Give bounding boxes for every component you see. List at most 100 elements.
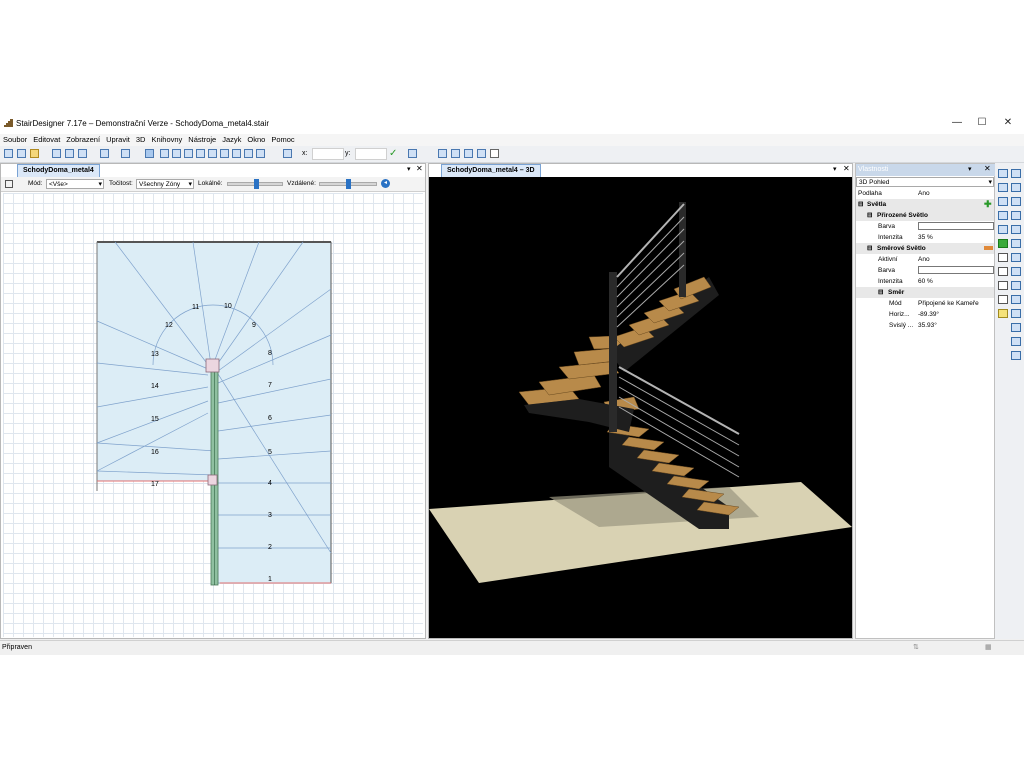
save-icon[interactable]	[52, 149, 61, 158]
properties-close-icon[interactable]: ✕	[984, 164, 991, 173]
tab-3d-view[interactable]: SchodyDoma_metal4 – 3D	[441, 164, 541, 177]
floor-icon[interactable]	[998, 239, 1008, 248]
web-icon[interactable]	[17, 149, 26, 158]
view-cube-icon[interactable]	[1011, 169, 1021, 178]
panel-close-icon[interactable]: ✕	[416, 164, 423, 173]
x-coord-input[interactable]	[312, 148, 344, 160]
menu-jazyk[interactable]: Jazyk	[219, 134, 244, 146]
stair-spiral-icon[interactable]	[196, 149, 205, 158]
stair-u-icon[interactable]	[184, 149, 193, 158]
snap-icon[interactable]	[283, 149, 292, 158]
zoom-in-icon[interactable]	[438, 149, 447, 158]
prop-section-smer[interactable]: ⊟ Směr	[856, 287, 994, 298]
stair-straight-icon[interactable]	[160, 149, 169, 158]
view-cube-icon[interactable]	[1011, 197, 1021, 206]
railing-icon[interactable]	[208, 149, 217, 158]
prop-row-horiz[interactable]: Horiz... -89.39°	[856, 309, 994, 320]
add-light-icon[interactable]: ✚	[984, 199, 992, 210]
distance-slider[interactable]	[319, 179, 377, 189]
plan-canvas[interactable]: 1 2 3 4 5 6 7 8 9 10 11 12 13 14 15 16 1…	[3, 193, 423, 637]
view-cube-icon[interactable]	[1011, 309, 1021, 318]
prop-section-svetla[interactable]: ⊟ Světla ✚	[856, 199, 994, 210]
remove-light-icon[interactable]	[984, 246, 993, 250]
new-icon[interactable]	[4, 149, 13, 158]
zoom-window-icon[interactable]	[477, 149, 486, 158]
stair-l-icon[interactable]	[172, 149, 181, 158]
view-cube-icon[interactable]	[1011, 323, 1021, 332]
prop-section-smerove[interactable]: ⊟ Směrové Světlo	[856, 243, 994, 254]
view-cube-icon[interactable]	[1011, 267, 1021, 276]
view3d-canvas[interactable]	[429, 177, 852, 638]
prop-row-intenzita-directional[interactable]: Intenzita 60 %	[856, 276, 994, 287]
light-bulb-icon[interactable]	[998, 309, 1008, 318]
view-cube-icon[interactable]	[1011, 239, 1021, 248]
print-icon[interactable]	[78, 149, 87, 158]
menu-editovat[interactable]: Editovat	[30, 134, 63, 146]
view-cube-icon[interactable]	[1011, 183, 1021, 192]
pan-hand-icon[interactable]	[490, 149, 499, 158]
wall-icon[interactable]	[220, 149, 229, 158]
open-folder-icon[interactable]	[30, 149, 39, 158]
view-cube-icon[interactable]	[1011, 281, 1021, 290]
view-top-icon[interactable]	[998, 183, 1008, 192]
wireframe-icon[interactable]	[998, 253, 1008, 262]
view-cube-icon[interactable]	[1011, 211, 1021, 220]
prop-row-barva-directional[interactable]: Barva	[856, 265, 994, 276]
local-slider[interactable]	[227, 179, 283, 189]
prop-row-intenzita-natural[interactable]: Intenzita 35 %	[856, 232, 994, 243]
panel-close-icon[interactable]: ✕	[843, 164, 850, 173]
landing-icon[interactable]	[244, 149, 253, 158]
view-side-icon[interactable]	[998, 197, 1008, 206]
hidden-line-icon[interactable]	[998, 267, 1008, 276]
undo-icon[interactable]	[100, 149, 109, 158]
back-arrow-icon[interactable]: ◂	[381, 179, 390, 188]
camera-icon[interactable]	[998, 211, 1008, 220]
view-cube-icon[interactable]	[1011, 337, 1021, 346]
settings-3d-icon[interactable]	[256, 149, 265, 158]
redo-icon[interactable]	[121, 149, 130, 158]
menu-nastroje[interactable]: Nástroje	[185, 134, 219, 146]
confirm-check-icon[interactable]: ✓	[389, 148, 397, 159]
mode-select[interactable]: <Vše>	[46, 179, 104, 190]
plan-view-icon[interactable]	[5, 180, 13, 188]
view-cube-icon[interactable]	[1011, 295, 1021, 304]
rotate-icon[interactable]	[998, 225, 1008, 234]
shaded-icon[interactable]	[998, 281, 1008, 290]
panel-menu-icon[interactable]: ▾	[407, 165, 411, 173]
zoom-fit-icon[interactable]	[464, 149, 473, 158]
menu-pomoc[interactable]: Pomoc	[268, 134, 297, 146]
view-cube-icon[interactable]	[1011, 253, 1021, 262]
close-button[interactable]: ✕	[996, 116, 1020, 130]
tab-plan-view[interactable]: SchodyDoma_metal4	[17, 164, 100, 177]
view-cube-icon[interactable]	[1011, 225, 1021, 234]
color-swatch[interactable]	[918, 222, 994, 230]
color-swatch[interactable]	[918, 266, 994, 274]
menu-upravit[interactable]: Upravit	[103, 134, 133, 146]
zoom-out-icon[interactable]	[451, 149, 460, 158]
menu-okno[interactable]: Okno	[244, 134, 268, 146]
view-cube-icon[interactable]	[1011, 351, 1021, 360]
texture-icon[interactable]	[998, 295, 1008, 304]
y-coord-input[interactable]	[355, 148, 387, 160]
prop-row-aktivni[interactable]: Aktivní Ano	[856, 254, 994, 265]
prop-section-prirozene[interactable]: ⊟ Přirozené Světlo	[856, 210, 994, 221]
properties-selector[interactable]: 3D Pohled	[856, 177, 994, 188]
prop-row-svisly[interactable]: Svislý ... 35.93°	[856, 320, 994, 331]
minimize-button[interactable]: —	[945, 116, 969, 130]
menu-zobrazeni[interactable]: Zobrazení	[63, 134, 103, 146]
column-icon[interactable]	[232, 149, 241, 158]
pin-icon[interactable]: ▾	[968, 165, 972, 173]
menu-3d[interactable]: 3D	[133, 134, 149, 146]
prop-row-mod[interactable]: Mód Připojené ke Kameře	[856, 298, 994, 309]
maximize-button[interactable]: ☐	[970, 116, 994, 130]
rotation-select[interactable]: Všechny Zóny	[136, 179, 194, 190]
menu-soubor[interactable]: Soubor	[0, 134, 30, 146]
view-front-icon[interactable]	[998, 169, 1008, 178]
panel-menu-icon[interactable]: ▾	[833, 165, 837, 173]
menu-knihovny[interactable]: Knihovny	[148, 134, 185, 146]
properties-toggle-icon[interactable]	[145, 149, 154, 158]
print-preview-icon[interactable]	[65, 149, 74, 158]
prop-row-barva-natural[interactable]: Barva	[856, 221, 994, 232]
grid-icon[interactable]	[408, 149, 417, 158]
prop-row-podlaha[interactable]: Podlaha Ano	[856, 188, 994, 199]
